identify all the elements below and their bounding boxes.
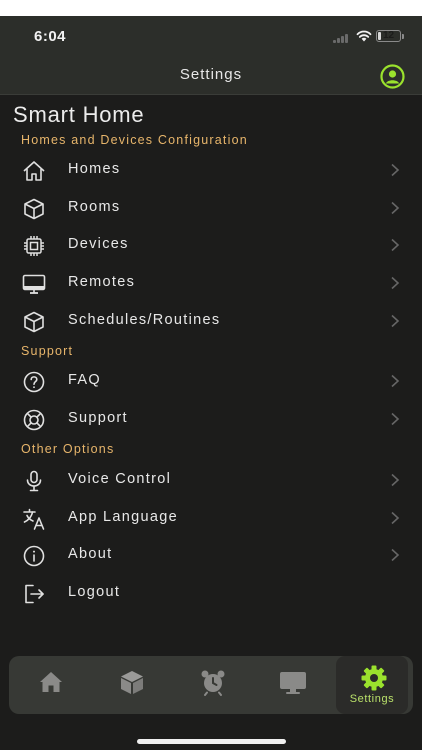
tab-settings-label: Settings	[349, 693, 395, 705]
menu-item-app-language[interactable]: App Language	[0, 500, 422, 536]
menu-item-faq[interactable]: FAQ	[0, 363, 422, 399]
menu-label-devices: Devices	[68, 236, 129, 252]
menu-item-voice-control[interactable]: Voice Control	[0, 462, 422, 498]
profile-icon[interactable]	[380, 64, 405, 89]
tab-remotes[interactable]	[255, 656, 327, 714]
chevron-right-icon	[391, 163, 400, 177]
chip-icon	[24, 236, 44, 256]
chevron-right-icon	[391, 374, 400, 388]
microphone-icon	[26, 470, 42, 492]
section-header-homes-devices: Homes and Devices Configuration	[21, 133, 248, 147]
wifi-icon	[356, 30, 372, 42]
tab-rooms[interactable]	[94, 656, 166, 714]
menu-label-rooms: Rooms	[68, 199, 121, 215]
tab-settings[interactable]: Settings	[336, 656, 408, 714]
tab-home[interactable]	[13, 656, 85, 714]
home-indicator[interactable]	[137, 739, 286, 744]
chevron-right-icon	[391, 276, 400, 290]
nav-title: Settings	[179, 66, 243, 83]
phone-screen: 6:04 12 Settings Smart Home Homes and De…	[0, 16, 422, 750]
monitor-icon	[280, 672, 306, 694]
menu-item-devices[interactable]: Devices	[0, 227, 422, 263]
box-icon	[121, 671, 143, 694]
menu-label-voice-control: Voice Control	[68, 471, 172, 487]
cube-icon	[24, 198, 44, 220]
home-icon	[40, 672, 62, 692]
tab-schedules[interactable]	[175, 656, 247, 714]
question-circle-icon	[23, 371, 45, 393]
chevron-right-icon	[391, 473, 400, 487]
cellular-signal-icon	[333, 33, 351, 43]
cube-icon	[24, 311, 44, 333]
translate-icon	[23, 508, 45, 530]
info-circle-icon	[23, 545, 45, 567]
battery-level-text: 12	[382, 30, 395, 41]
menu-item-schedules-routines[interactable]: Schedules/Routines	[0, 303, 422, 339]
section-header-other-options: Other Options	[21, 442, 115, 456]
chevron-right-icon	[391, 201, 400, 215]
menu-label-logout: Logout	[68, 584, 121, 600]
monitor-icon	[22, 274, 46, 294]
menu-item-remotes[interactable]: Remotes	[0, 265, 422, 301]
tab-bar: Settings	[9, 656, 413, 714]
menu-item-about[interactable]: About	[0, 537, 422, 573]
menu-item-support[interactable]: Support	[0, 401, 422, 437]
chevron-right-icon	[391, 314, 400, 328]
menu-label-remotes: Remotes	[68, 274, 136, 290]
navigation-bar: Settings	[0, 60, 422, 95]
gear-icon	[361, 665, 387, 691]
house-icon	[23, 161, 45, 181]
alarm-clock-icon	[201, 670, 225, 696]
menu-label-support: Support	[68, 410, 128, 426]
chevron-right-icon	[391, 511, 400, 525]
status-time: 6:04	[34, 28, 67, 45]
chevron-right-icon	[391, 548, 400, 562]
menu-label-faq: FAQ	[68, 372, 101, 388]
chevron-right-icon	[391, 238, 400, 252]
lifebuoy-icon	[23, 409, 45, 431]
menu-item-homes[interactable]: Homes	[0, 152, 422, 188]
menu-item-logout[interactable]: Logout	[0, 575, 422, 611]
menu-label-schedules-routines: Schedules/Routines	[68, 312, 221, 328]
menu-label-homes: Homes	[68, 161, 121, 177]
logout-icon	[25, 584, 44, 604]
menu-item-rooms[interactable]: Rooms	[0, 190, 422, 226]
menu-label-about: About	[68, 546, 113, 562]
page-title: Smart Home	[13, 102, 145, 127]
battery-icon: 12	[376, 30, 404, 42]
menu-label-app-language: App Language	[68, 509, 178, 525]
chevron-right-icon	[391, 412, 400, 426]
section-header-support: Support	[21, 344, 74, 358]
status-bar: 6:04 12	[0, 16, 422, 60]
